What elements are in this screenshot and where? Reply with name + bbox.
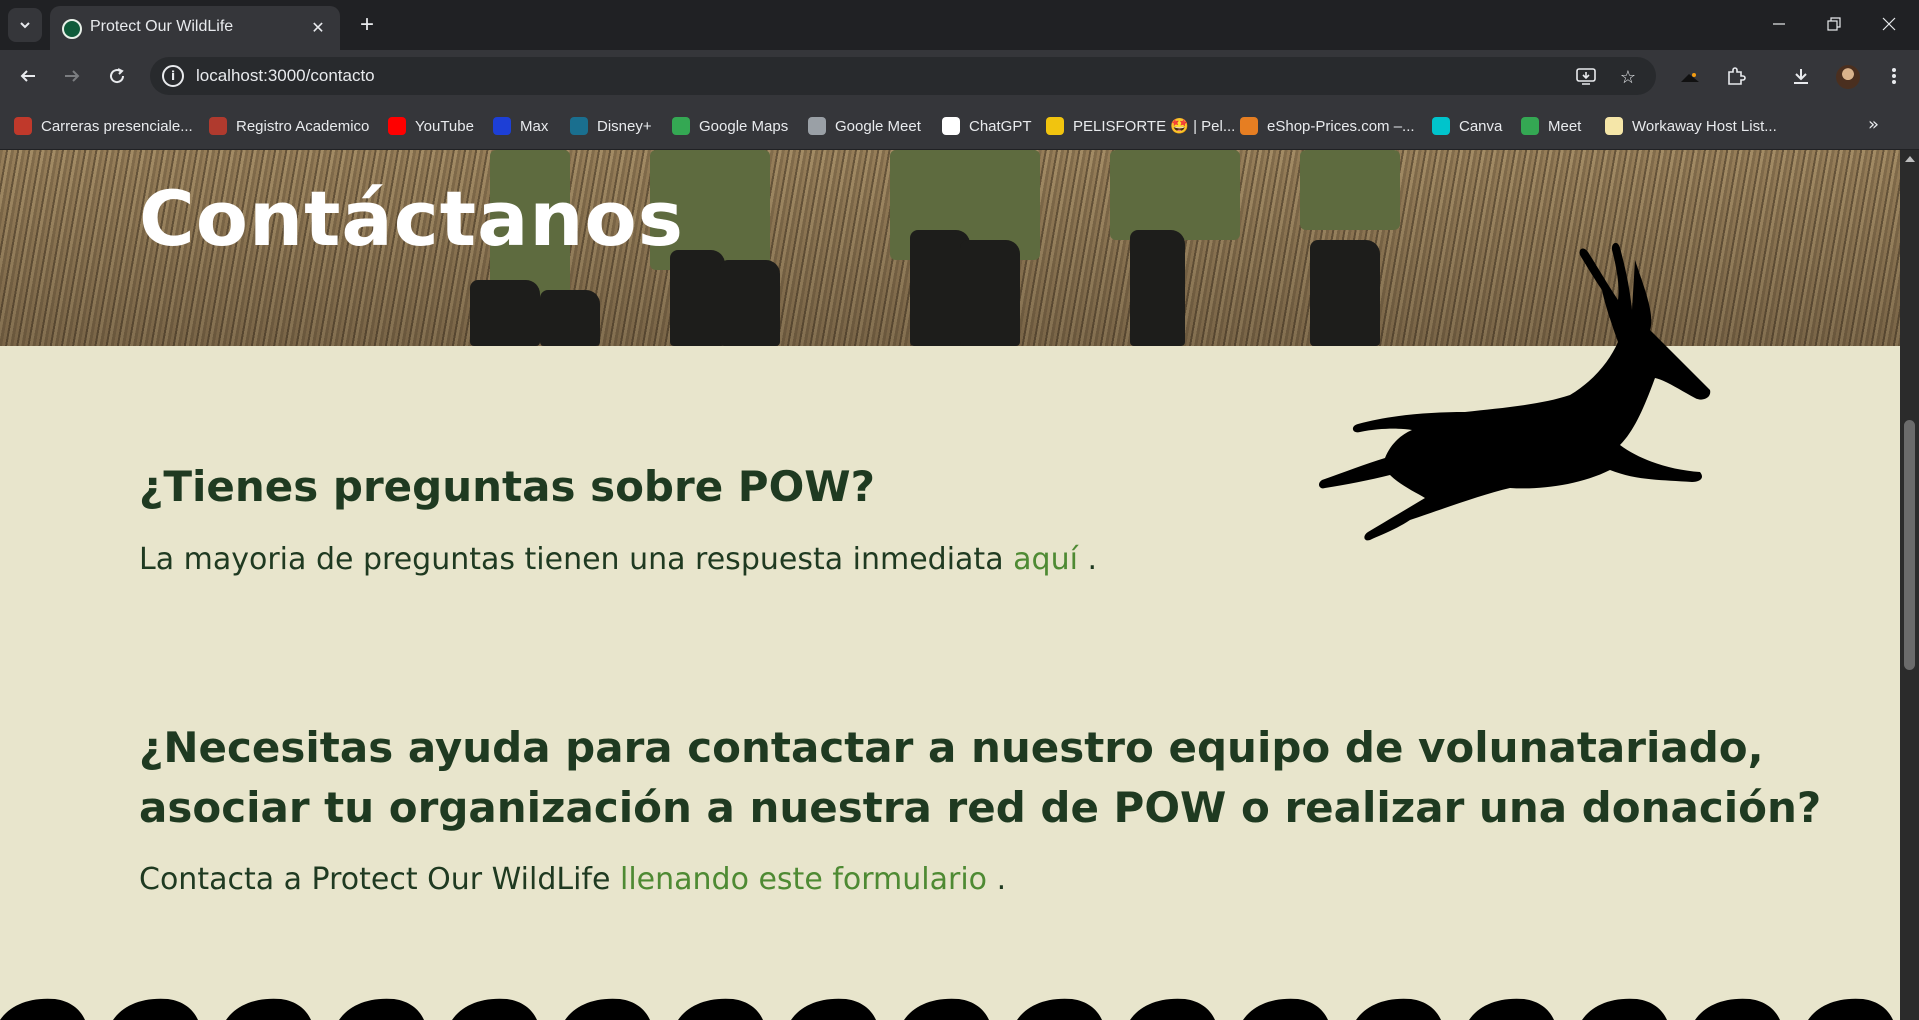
- install-app-icon[interactable]: [1574, 65, 1598, 89]
- url-text[interactable]: localhost:3000/contacto: [196, 66, 375, 86]
- forward-arrow-icon[interactable]: [56, 60, 88, 92]
- bookmark-item[interactable]: Max: [493, 116, 548, 136]
- boot: [720, 260, 780, 346]
- boot: [960, 240, 1020, 346]
- active-tab[interactable]: Protect Our WildLife ✕: [50, 6, 340, 50]
- film-reel-icon: [1046, 117, 1064, 135]
- bookmark-item[interactable]: PELISFORTE 🤩 | Pel...: [1046, 116, 1235, 136]
- download-icon[interactable]: [1785, 60, 1817, 92]
- boot: [670, 250, 725, 346]
- workaway-icon: [1605, 117, 1623, 135]
- faq-link[interactable]: aquí: [1013, 542, 1078, 577]
- contact-form-link[interactable]: llenando este formulario: [620, 862, 987, 897]
- bookmark-item[interactable]: Workaway Host List...: [1605, 116, 1777, 136]
- page-scrollbar[interactable]: [1900, 150, 1919, 1020]
- bookmark-favicon-icon: [209, 117, 227, 135]
- faq-paragraph: La mayoria de preguntas tienen una respu…: [139, 542, 1097, 577]
- chatgpt-icon: [942, 117, 960, 135]
- menu-kebab-icon[interactable]: [1878, 60, 1910, 92]
- soldier-leg: [1300, 150, 1400, 230]
- tab-search-button[interactable]: [8, 8, 42, 42]
- bookmark-item[interactable]: eShop-Prices.com –...: [1240, 116, 1415, 136]
- profile-avatar[interactable]: [1836, 65, 1860, 89]
- tab-title: Protect Our WildLife: [90, 18, 234, 35]
- bookmark-item[interactable]: ChatGPT: [942, 116, 1032, 136]
- bookmark-item[interactable]: Google Maps: [672, 116, 788, 136]
- boot: [470, 280, 540, 346]
- address-bar[interactable]: i localhost:3000/contacto ☆: [150, 57, 1656, 95]
- bookmarks-bar: Carreras presenciale... Registro Academi…: [0, 102, 1919, 150]
- page-viewport: Contáctanos ¿Tienes preguntas sobre POW?…: [0, 150, 1900, 1020]
- max-icon: [493, 117, 511, 135]
- bookmark-item[interactable]: Google Meet: [808, 116, 921, 136]
- contact-help-heading: ¿Necesitas ayuda para contactar a nuestr…: [139, 723, 1822, 832]
- bookmark-item[interactable]: Disney+: [570, 116, 652, 136]
- close-tab-icon[interactable]: ✕: [306, 15, 330, 39]
- mario-icon: [1240, 117, 1258, 135]
- bookmark-favicon-icon: [14, 117, 32, 135]
- site-info-icon[interactable]: i: [162, 65, 184, 87]
- youtube-icon: [388, 117, 406, 135]
- new-tab-button[interactable]: +: [352, 10, 382, 40]
- browser-toolbar: i localhost:3000/contacto ☆: [0, 50, 1919, 102]
- bookmark-item[interactable]: Meet: [1521, 116, 1581, 136]
- extensions-puzzle-icon[interactable]: [1720, 60, 1752, 92]
- bookmark-item[interactable]: YouTube: [388, 116, 474, 136]
- canva-icon: [1432, 117, 1450, 135]
- globe-icon: [808, 117, 826, 135]
- boot: [1130, 230, 1185, 346]
- antelope-silhouette-icon: [1318, 242, 1711, 541]
- contact-paragraph: Contacta a Protect Our WildLife llenando…: [139, 862, 1007, 897]
- site-favicon-icon: [62, 19, 82, 39]
- bookmark-item[interactable]: Canva: [1432, 116, 1502, 136]
- tab-strip: Protect Our WildLife ✕ +: [0, 0, 1919, 50]
- back-arrow-icon[interactable]: [12, 60, 44, 92]
- close-window-icon[interactable]: [1866, 4, 1912, 44]
- more-bookmarks-icon[interactable]: »: [1868, 114, 1879, 135]
- faq-heading: ¿Tienes preguntas sobre POW?: [139, 462, 875, 511]
- meet-icon: [1521, 117, 1539, 135]
- extension-icon[interactable]: [1674, 60, 1706, 92]
- bookmark-item[interactable]: Registro Academico: [209, 116, 369, 136]
- page-title: Contáctanos: [139, 174, 684, 263]
- scroll-up-arrow-icon[interactable]: [1905, 156, 1915, 162]
- chevron-down-icon: [20, 22, 30, 29]
- minimize-icon[interactable]: [1756, 4, 1802, 44]
- restore-icon[interactable]: [1811, 4, 1857, 44]
- leaf-border-pattern: [0, 995, 1900, 1020]
- maps-pin-icon: [672, 117, 690, 135]
- soldier-leg: [1110, 150, 1240, 240]
- boot: [540, 290, 600, 346]
- disney-icon: [570, 117, 588, 135]
- bookmark-item[interactable]: Carreras presenciale...: [14, 116, 193, 136]
- scrollbar-thumb[interactable]: [1904, 420, 1915, 670]
- reload-icon[interactable]: [101, 60, 133, 92]
- bookmark-star-icon[interactable]: ☆: [1616, 65, 1640, 89]
